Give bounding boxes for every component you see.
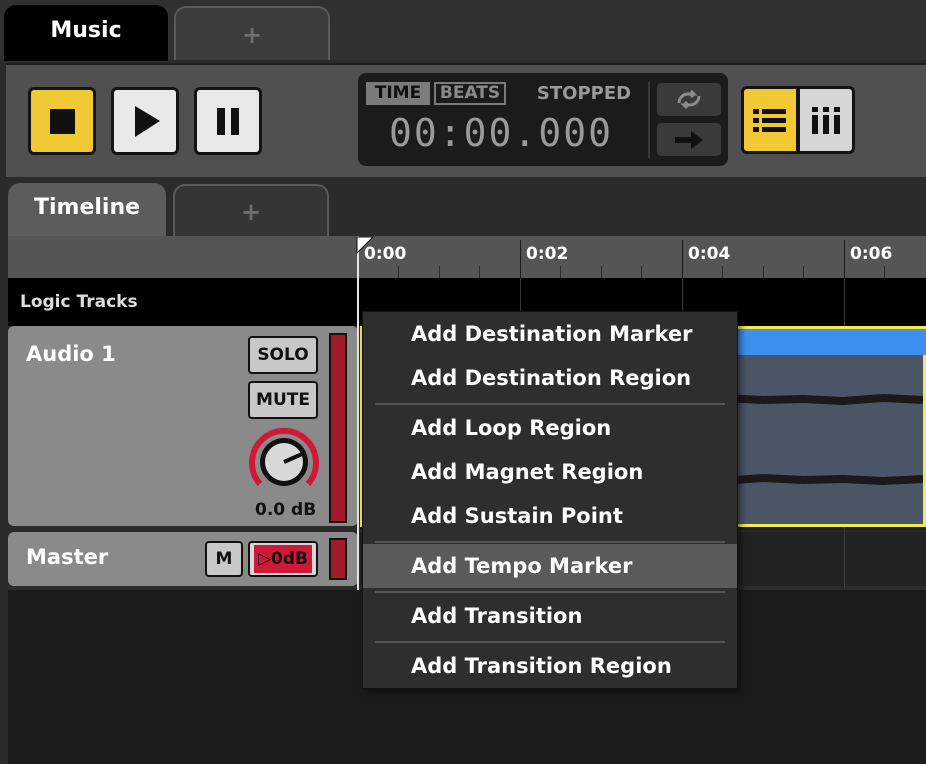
beats-mode-button[interactable]: BEATS [434,82,506,105]
solo-button[interactable]: SOLO [248,336,318,374]
playhead[interactable] [357,236,359,590]
volume-knob[interactable] [246,424,322,496]
list-view-icon [753,109,786,132]
ruler-minor-tick [398,266,399,278]
menu-separator [375,403,725,405]
tab-timeline[interactable]: Timeline [8,183,166,239]
ruler-minor-tick [601,266,602,278]
time-display: 00:00.000 [389,111,613,155]
pause-button[interactable] [194,87,262,155]
knob-icon [249,427,319,486]
logic-tracks-label: Logic Tracks [20,292,138,312]
stop-button[interactable] [28,87,96,155]
ruler-minor-tick [479,266,480,278]
ruler-minor-tick [722,266,723,278]
track-header-strip [8,236,358,278]
ruler-minor-tick [884,266,885,278]
stop-icon [50,109,75,134]
menu-separator [375,591,725,593]
ruler-minor-tick [641,266,642,278]
transport-status: STOPPED [536,83,632,104]
ruler-minor-tick [763,266,764,278]
play-button[interactable] [111,87,179,155]
menu-item-add-transition-region[interactable]: Add Transition Region [363,644,737,688]
ruler-label: 0:06 [850,244,893,264]
master-level-meter [329,538,347,580]
follow-button[interactable] [657,123,721,156]
menu-item-add-magnet-region[interactable]: Add Magnet Region [363,450,737,494]
ruler-label: 0:04 [688,244,731,264]
ruler-minor-tick [560,266,561,278]
master-gain-button[interactable]: ▷0dB [248,541,318,577]
level-meter [329,333,347,523]
grid-view-icon [812,107,840,134]
loop-button[interactable] [657,83,721,116]
mute-button[interactable]: MUTE [248,381,318,419]
ruler-tick [682,240,683,278]
list-view-button[interactable] [741,86,799,154]
menu-separator [375,541,725,543]
add-tab-button[interactable]: + [174,6,330,60]
play-icon [135,106,160,137]
playhead-icon[interactable] [356,236,374,254]
menu-item-add-transition[interactable]: Add Transition [363,594,737,638]
arrow-right-icon [675,131,703,149]
loop-icon [677,89,701,110]
menu-separator [375,641,725,643]
audio-track-name: Audio 1 [26,342,116,366]
time-mode-button[interactable]: TIME [366,82,430,105]
menu-item-add-tempo-marker[interactable]: Add Tempo Marker [363,544,737,588]
ruler-tick [844,240,845,278]
ruler-minor-tick [439,266,440,278]
menu-item-add-destination-marker[interactable]: Add Destination Marker [363,312,737,356]
master-mute-button[interactable]: M [205,541,243,577]
master-gain-label: ▷0dB [253,545,313,573]
menu-item-add-loop-region[interactable]: Add Loop Region [363,406,737,450]
timeline-ruler[interactable] [358,236,926,278]
menu-item-add-destination-region[interactable]: Add Destination Region [363,356,737,400]
menu-item-add-sustain-point[interactable]: Add Sustain Point [363,494,737,538]
grid-view-button[interactable] [797,86,855,154]
pause-icon [217,108,239,135]
context-menu: Add Destination Marker Add Destination R… [362,311,738,689]
master-track-name: Master [26,545,109,569]
tab-music[interactable]: Music [4,5,168,61]
ruler-minor-tick [803,266,804,278]
volume-readout: 0.0 dB [255,500,317,520]
clock-divider [648,82,650,158]
master-gain-value: 0dB [271,549,309,569]
ruler-tick [520,240,521,278]
add-panel-tab-button[interactable]: + [173,184,329,236]
ruler-label: 0:02 [526,244,569,264]
